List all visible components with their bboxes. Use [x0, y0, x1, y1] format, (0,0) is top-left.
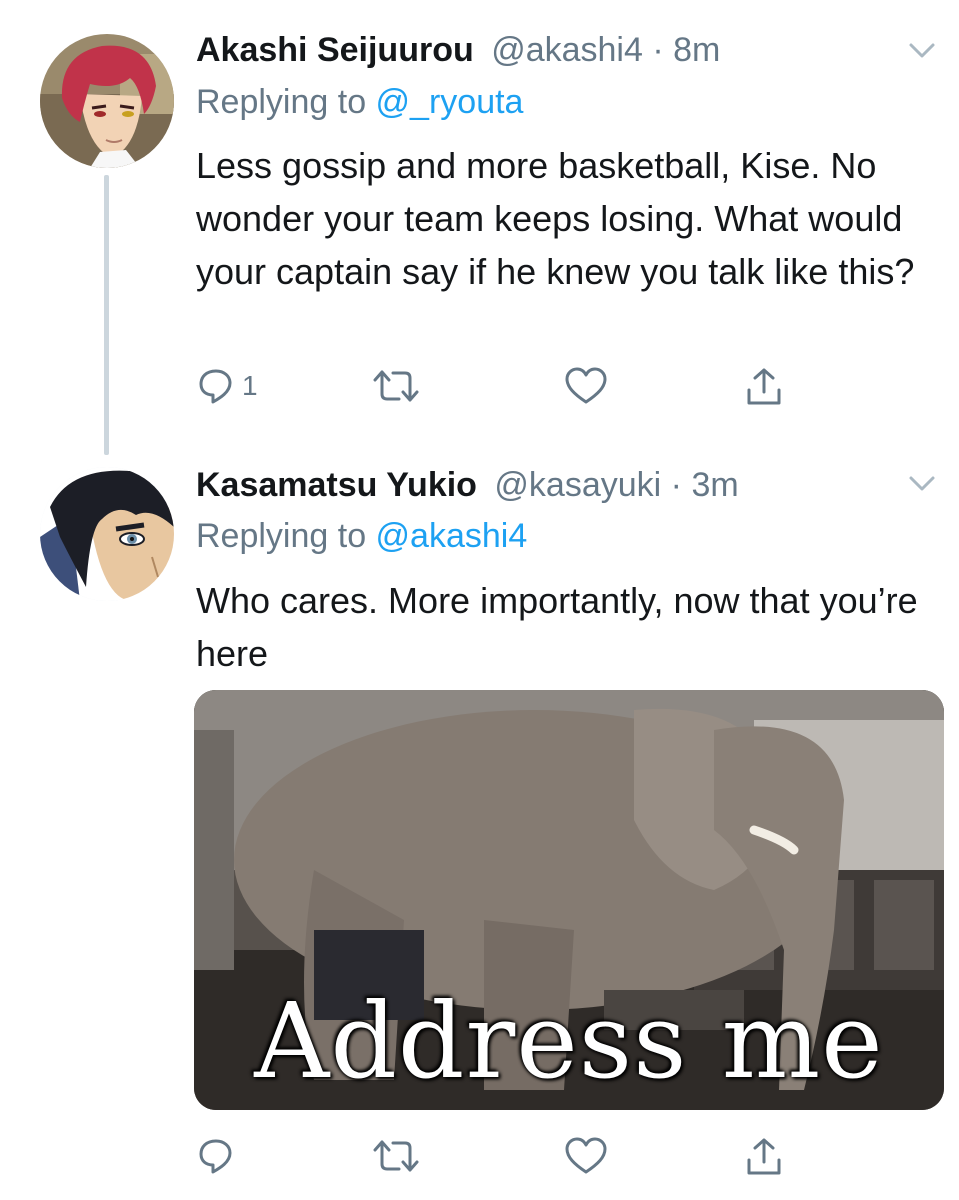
like-icon	[564, 366, 608, 406]
reply-mention-link[interactable]: @_ryouta	[376, 83, 524, 121]
avatar[interactable]	[40, 467, 174, 601]
retweet-icon	[372, 366, 420, 406]
display-name[interactable]: Kasamatsu Yukio	[196, 466, 477, 504]
replying-prefix: Replying to	[196, 517, 376, 555]
share-button[interactable]	[744, 1136, 784, 1178]
chevron-down-icon[interactable]	[905, 34, 939, 68]
reply-count: 1	[242, 370, 258, 401]
tweet-media-image[interactable]: Address me	[194, 690, 944, 1110]
replying-to: Replying to @akashi4	[196, 516, 527, 556]
reply-icon	[196, 1136, 236, 1176]
like-button[interactable]	[564, 1136, 608, 1176]
tweet-header: Akashi Seijuurou @akashi4 · 8m	[196, 30, 720, 70]
avatar-red-hair-icon	[40, 34, 174, 168]
separator-dot: ·	[652, 31, 664, 69]
avatar[interactable]	[40, 34, 174, 168]
reply-button[interactable]: 1	[196, 366, 258, 406]
tweet-text: Less gossip and more basketball, Kise. N…	[196, 145, 915, 292]
chevron-down-icon[interactable]	[905, 467, 939, 501]
timestamp[interactable]: 8m	[673, 31, 720, 69]
share-icon	[744, 1136, 784, 1178]
retweet-icon	[372, 1136, 420, 1176]
user-handle[interactable]: @kasayuki	[494, 466, 661, 504]
user-handle[interactable]: @akashi4	[491, 31, 643, 69]
tweet-text: Who cares. More importantly, now that yo…	[196, 580, 918, 674]
reply-mention-link[interactable]: @akashi4	[376, 517, 528, 555]
share-button[interactable]	[744, 366, 784, 408]
image-caption-text: Address me	[254, 980, 884, 1102]
tweet-header: Kasamatsu Yukio @kasayuki · 3m	[196, 465, 739, 505]
action-bar: 1	[196, 366, 796, 410]
reply-icon	[196, 366, 236, 406]
reply-button[interactable]	[196, 1136, 242, 1176]
retweet-button[interactable]	[372, 366, 420, 406]
retweet-button[interactable]	[372, 1136, 420, 1176]
share-icon	[744, 366, 784, 408]
like-button[interactable]	[564, 366, 608, 406]
replying-prefix: Replying to	[196, 83, 376, 121]
avatar-dark-hair-icon	[40, 467, 174, 601]
tweet-akashi[interactable]: Akashi Seijuurou @akashi4 · 8m Replying …	[0, 0, 959, 455]
timestamp[interactable]: 3m	[691, 466, 738, 504]
like-icon	[564, 1136, 608, 1176]
replying-to: Replying to @_ryouta	[196, 82, 523, 122]
separator-dot: ·	[670, 466, 682, 504]
action-bar	[196, 1136, 796, 1180]
display-name[interactable]: Akashi Seijuurou	[196, 31, 474, 69]
